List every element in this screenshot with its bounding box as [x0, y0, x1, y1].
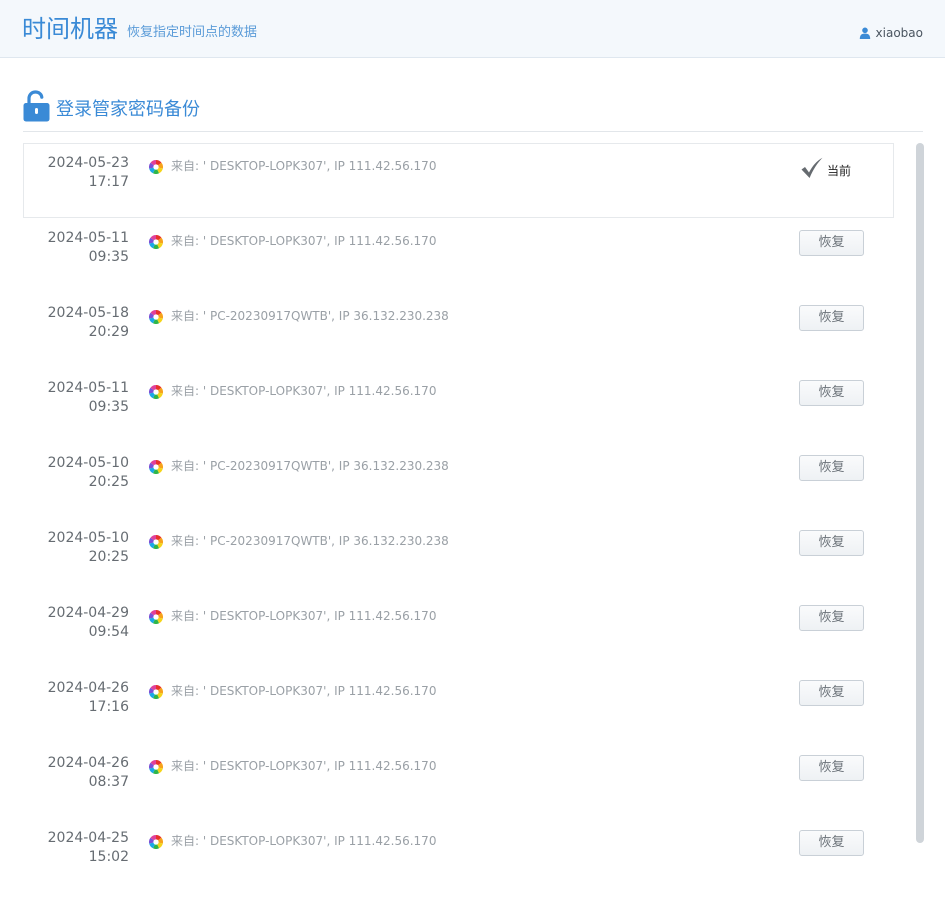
- backup-datetime: 2024-04-26 08:37: [48, 754, 129, 792]
- backup-row: 2024-05-10 20:25 来自: ' PC-20230917QWTB',…: [23, 443, 894, 518]
- backup-datetime: 2024-04-25 15:02: [48, 829, 129, 867]
- backup-source: 来自: ' PC-20230917QWTB', IP 36.132.230.23…: [171, 534, 449, 548]
- restore-button[interactable]: 恢复: [799, 755, 864, 781]
- backup-datetime: 2024-05-10 20:25: [48, 529, 129, 567]
- restore-button[interactable]: 恢复: [799, 305, 864, 331]
- device-logo-icon: [149, 310, 163, 324]
- current-label: 当前: [827, 163, 852, 178]
- backup-time: 17:16: [88, 699, 129, 715]
- backup-source: 来自: ' DESKTOP-LOPK307', IP 111.42.56.170: [171, 684, 437, 698]
- app-header: 时间机器 恢复指定时间点的数据 xiaobao: [0, 0, 945, 58]
- backup-time: 20:25: [88, 474, 129, 490]
- backup-source: 来自: ' DESKTOP-LOPK307', IP 111.42.56.170: [171, 759, 437, 773]
- backup-row: 2024-05-18 20:29 来自: ' PC-20230917QWTB',…: [23, 293, 894, 368]
- restore-button[interactable]: 恢复: [799, 605, 864, 631]
- section-title: 登录管家密码备份: [56, 99, 200, 120]
- device-logo-icon: [149, 685, 163, 699]
- user-icon: [859, 27, 870, 39]
- device-logo-icon: [149, 385, 163, 399]
- restore-button[interactable]: 恢复: [799, 530, 864, 556]
- backup-date: 2024-04-26: [47, 680, 129, 696]
- device-logo-icon: [149, 760, 163, 774]
- backup-time: 17:17: [88, 174, 129, 190]
- device-logo-icon: [149, 535, 163, 549]
- backup-source: 来自: ' DESKTOP-LOPK307', IP 111.42.56.170: [171, 234, 437, 248]
- backup-date: 2024-05-11: [47, 380, 129, 396]
- backup-time: 08:37: [88, 774, 129, 790]
- current-indicator: 当前: [800, 157, 851, 179]
- restore-button[interactable]: 恢复: [799, 380, 864, 406]
- backup-row: 2024-05-10 20:25 来自: ' PC-20230917QWTB',…: [23, 518, 894, 593]
- backup-date: 2024-05-23: [47, 155, 129, 171]
- backup-source: 来自: ' DESKTOP-LOPK307', IP 111.42.56.170: [171, 834, 437, 848]
- restore-button[interactable]: 恢复: [799, 230, 864, 256]
- restore-button[interactable]: 恢复: [799, 830, 864, 856]
- backup-datetime: 2024-05-10 20:25: [48, 454, 129, 492]
- backup-datetime: 2024-05-18 20:29: [48, 304, 129, 342]
- backup-row: 2024-04-26 17:16 来自: ' DESKTOP-LOPK307',…: [23, 668, 894, 743]
- backup-time: 15:02: [88, 849, 129, 865]
- backup-date: 2024-04-26: [47, 755, 129, 771]
- backup-date: 2024-04-25: [47, 830, 129, 846]
- unlocked-lock-icon: [23, 90, 50, 122]
- backup-row: 2024-05-11 09:35 来自: ' DESKTOP-LOPK307',…: [23, 218, 894, 293]
- backup-source: 来自: ' PC-20230917QWTB', IP 36.132.230.23…: [171, 459, 449, 473]
- section-header: 登录管家密码备份: [23, 90, 923, 132]
- backup-date: 2024-04-29: [47, 605, 129, 621]
- app-title: 时间机器: [22, 15, 118, 43]
- backup-datetime: 2024-04-29 09:54: [48, 604, 129, 642]
- backup-time: 09:35: [88, 249, 129, 265]
- device-logo-icon: [149, 460, 163, 474]
- app-subtitle: 恢复指定时间点的数据: [127, 25, 258, 40]
- backup-source: 来自: ' DESKTOP-LOPK307', IP 111.42.56.170: [171, 609, 437, 623]
- backup-time: 09:54: [88, 624, 129, 640]
- backup-row: 2024-04-25 15:02 来自: ' DESKTOP-LOPK307',…: [23, 818, 894, 893]
- device-logo-icon: [149, 160, 163, 174]
- backup-datetime: 2024-05-11 09:35: [48, 379, 129, 417]
- backup-date: 2024-05-10: [47, 530, 129, 546]
- backup-date: 2024-05-10: [47, 455, 129, 471]
- backup-time: 09:35: [88, 399, 129, 415]
- backup-source: 来自: ' DESKTOP-LOPK307', IP 111.42.56.170: [171, 159, 437, 173]
- scrollbar[interactable]: [916, 143, 924, 843]
- backup-row-current: 2024-05-23 17:17 来自: ' DESKTOP-LOPK307',…: [23, 143, 894, 218]
- restore-button[interactable]: 恢复: [799, 455, 864, 481]
- backup-list: 2024-05-23 17:17 来自: ' DESKTOP-LOPK307',…: [23, 143, 894, 893]
- backup-datetime: 2024-05-11 09:35: [48, 229, 129, 267]
- backup-row: 2024-04-29 09:54 来自: ' DESKTOP-LOPK307',…: [23, 593, 894, 668]
- restore-button[interactable]: 恢复: [799, 680, 864, 706]
- backup-source: 来自: ' PC-20230917QWTB', IP 36.132.230.23…: [171, 309, 449, 323]
- backup-time: 20:25: [88, 549, 129, 565]
- backup-date: 2024-05-11: [47, 230, 129, 246]
- backup-time: 20:29: [88, 324, 129, 340]
- user-menu[interactable]: xiaobao: [859, 25, 923, 41]
- device-logo-icon: [149, 235, 163, 249]
- username: xiaobao: [875, 26, 923, 40]
- backup-source: 来自: ' DESKTOP-LOPK307', IP 111.42.56.170: [171, 384, 437, 398]
- device-logo-icon: [149, 610, 163, 624]
- backup-row: 2024-05-11 09:35 来自: ' DESKTOP-LOPK307',…: [23, 368, 894, 443]
- backup-row: 2024-04-26 08:37 来自: ' DESKTOP-LOPK307',…: [23, 743, 894, 818]
- checkmark-icon: [801, 157, 823, 178]
- device-logo-icon: [149, 835, 163, 849]
- backup-date: 2024-05-18: [47, 305, 129, 321]
- backup-datetime: 2024-04-26 17:16: [48, 679, 129, 717]
- backup-datetime: 2024-05-23 17:17: [48, 154, 129, 192]
